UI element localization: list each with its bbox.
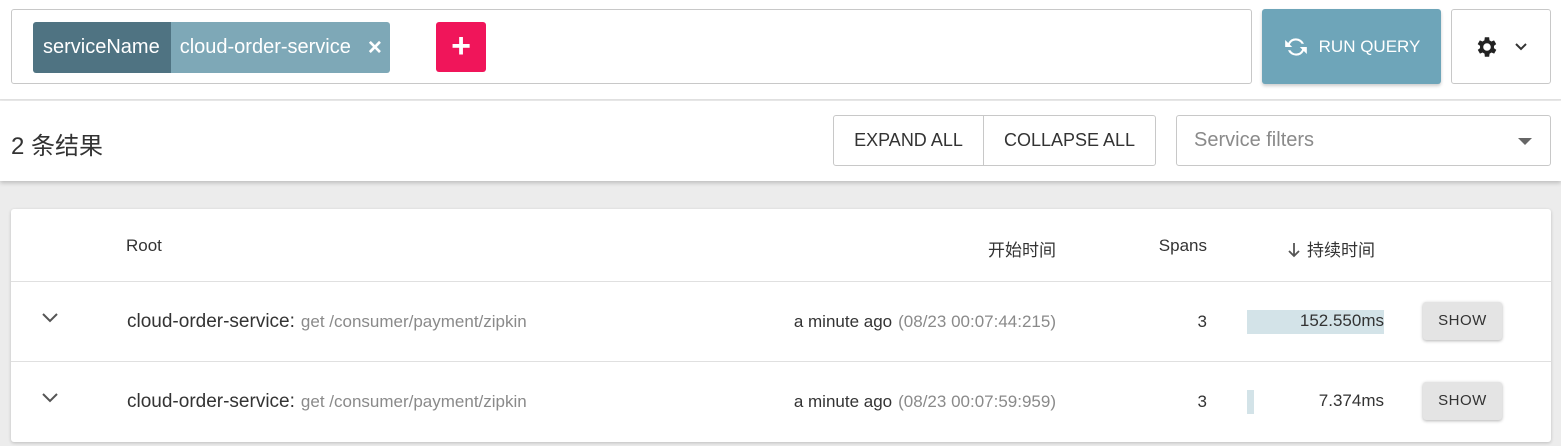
show-button[interactable]: SHOW — [1423, 302, 1502, 340]
service-name: cloud-order-service: — [127, 311, 295, 332]
table-row[interactable]: cloud-order-service: get /consumer/paymen… — [11, 362, 1551, 442]
search-criteria-chip[interactable]: serviceName cloud-order-service × — [33, 22, 390, 73]
column-start-time[interactable]: 开始时间 — [988, 236, 1056, 261]
table-row[interactable]: cloud-order-service: get /consumer/paymen… — [11, 282, 1551, 362]
spans-count: 3 — [1197, 312, 1207, 331]
show-button[interactable]: SHOW — [1423, 382, 1502, 420]
results-bar: 2 条结果 EXPAND ALL COLLAPSE ALL Service fi… — [0, 101, 1561, 181]
caret-down-icon — [1518, 138, 1532, 145]
start-time-cell: a minute ago (08/23 00:07:44:215) — [794, 312, 1056, 332]
settings-button[interactable] — [1451, 9, 1551, 84]
duration-cell: 152.550ms — [1247, 310, 1384, 334]
close-icon[interactable]: × — [368, 22, 382, 73]
duration-cell: 7.374ms — [1247, 390, 1384, 414]
span-path: get /consumer/payment/zipkin — [300, 312, 527, 331]
column-root: Root — [126, 236, 162, 255]
duration-bar — [1247, 390, 1254, 414]
root-cell: cloud-order-service: get /consumer/paymen… — [127, 311, 527, 333]
column-duration[interactable]: 持续时间 — [1287, 236, 1375, 261]
absolute-time: (08/23 00:07:59:959) — [898, 392, 1056, 411]
column-duration-label: 持续时间 — [1307, 241, 1375, 260]
duration-value: 152.550ms — [1299, 311, 1384, 330]
chip-value-text: cloud-order-service — [179, 36, 351, 58]
chip-value[interactable]: cloud-order-service × — [170, 22, 390, 73]
collapse-all-button[interactable]: COLLAPSE ALL — [984, 116, 1155, 165]
run-query-label: RUN QUERY — [1318, 36, 1421, 56]
chevron-down-icon — [1515, 42, 1527, 50]
table-header: Root 开始时间 Spans 持续时间 — [11, 209, 1551, 282]
expand-all-button[interactable]: EXPAND ALL — [834, 116, 984, 165]
chip-key[interactable]: serviceName — [33, 22, 171, 73]
service-filter-select[interactable]: Service filters — [1176, 115, 1551, 166]
start-time-cell: a minute ago (08/23 00:07:59:959) — [794, 392, 1056, 412]
run-query-button[interactable]: RUN QUERY — [1262, 9, 1441, 84]
top-bar: serviceName cloud-order-service × + RUN … — [0, 0, 1561, 100]
chevron-down-icon[interactable] — [41, 392, 59, 404]
gear-icon — [1477, 36, 1497, 57]
relative-time: a minute ago — [793, 312, 893, 331]
search-query-box[interactable]: serviceName cloud-order-service × + — [11, 9, 1252, 84]
arrow-down-icon — [1288, 243, 1300, 258]
service-filter-placeholder: Service filters — [1194, 129, 1315, 151]
refresh-icon — [1284, 37, 1307, 56]
result-count: 2 条结果 — [11, 133, 104, 160]
absolute-time: (08/23 00:07:44:215) — [898, 312, 1056, 331]
duration-value: 7.374ms — [1318, 391, 1384, 410]
column-spans[interactable]: Spans — [1159, 236, 1207, 256]
service-name: cloud-order-service: — [127, 391, 295, 412]
spans-count: 3 — [1197, 392, 1207, 411]
traces-table: Root 开始时间 Spans 持续时间 cloud-order-service… — [11, 209, 1551, 442]
relative-time: a minute ago — [793, 392, 893, 411]
expand-collapse-group: EXPAND ALL COLLAPSE ALL — [833, 115, 1156, 166]
chevron-down-icon[interactable] — [41, 312, 59, 324]
root-cell: cloud-order-service: get /consumer/paymen… — [127, 391, 527, 413]
span-path: get /consumer/payment/zipkin — [300, 392, 527, 411]
add-criteria-button[interactable]: + — [436, 22, 486, 72]
